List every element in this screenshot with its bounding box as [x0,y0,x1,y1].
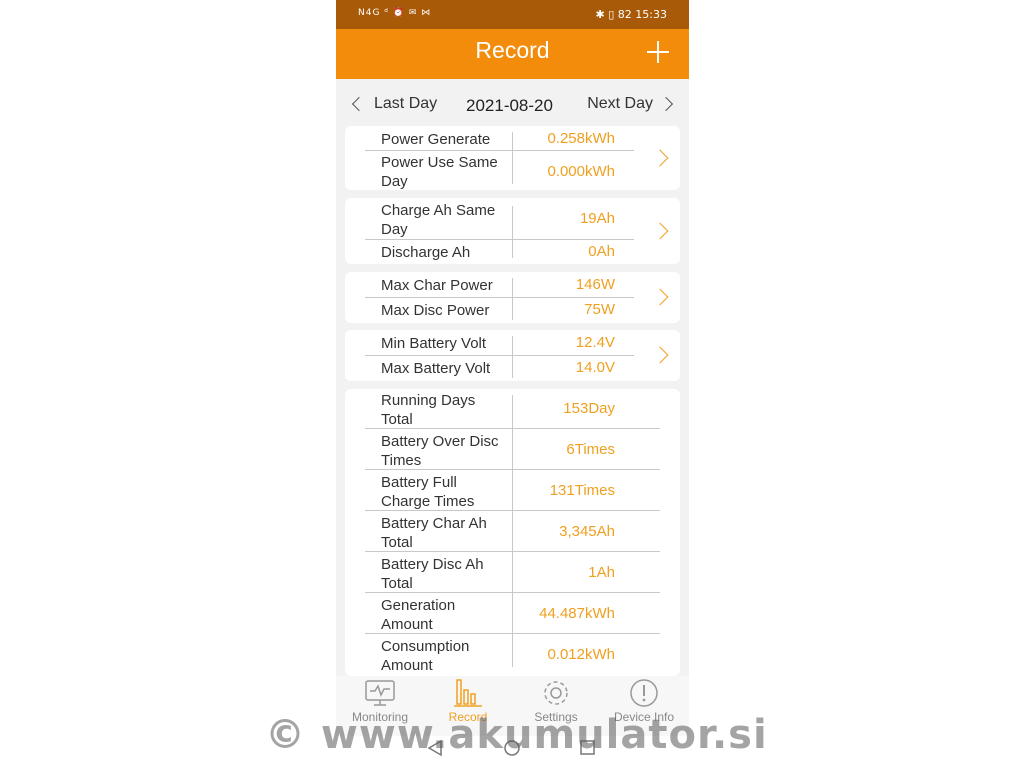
chevron-left-icon [351,96,367,112]
column-divider [512,206,513,258]
day-navigation: Last Day 2021-08-20 Next Day [336,82,689,126]
max-disc-power-value: 75W [584,301,615,318]
card-totals: Running Days Total 153Day Battery Over D… [345,389,680,676]
power-use-label: Power Use Same Day [381,154,498,190]
power-generate-value: 0.258kWh [547,130,615,147]
consumption-amount-label: Consumption Amount [381,638,470,674]
max-battery-volt-value: 14.0V [575,359,615,376]
generation-amount-value: 44.487kWh [539,605,615,622]
chevron-right-icon[interactable] [651,149,669,167]
row-divider [365,150,634,151]
battery-disc-ah-label: Battery Disc Ah Total [381,556,484,592]
next-day-label: Next Day [587,95,653,112]
status-icons-right: ✱ ▯ 82 15:33 [595,8,667,21]
bar-chart-icon [454,679,482,707]
battery-char-ah-value: 3,345Ah [559,523,615,540]
generation-amount-label: Generation Amount [381,597,456,633]
page-title: Record [475,37,550,63]
charge-ah-value: 19Ah [579,210,615,227]
status-icons-left: N4G ᵈ ⏰ ✉ ⋈ [358,8,432,18]
discharge-ah-label: Discharge Ah [381,244,471,261]
running-days-value: 153Day [563,400,615,417]
chevron-right-icon[interactable] [651,346,669,364]
last-day-label: Last Day [374,95,438,112]
battery-full-charge-label: Battery Full Charge Times [381,474,475,510]
next-day-button[interactable]: Next Day [587,95,674,113]
column-divider [512,336,513,378]
card-max-power[interactable]: Max Char Power 146W Max Disc Power 75W [345,272,680,323]
chevron-right-icon[interactable] [651,288,669,306]
column-divider [512,278,513,320]
phone-screen: N4G ᵈ ⏰ ✉ ⋈ ✱ ▯ 82 15:33 Record Last Day… [336,0,689,768]
max-char-power-label: Max Char Power [381,277,493,294]
column-divider [512,395,513,667]
min-battery-volt-label: Min Battery Volt [381,335,487,352]
info-icon [630,679,658,707]
consumption-amount-value: 0.012kWh [547,646,615,663]
row-divider [365,355,634,356]
battery-full-charge-value: 131Times [549,482,615,499]
card-charge[interactable]: Charge Ah Same Day 19Ah Discharge Ah 0Ah [345,198,680,264]
chevron-right-icon [658,96,674,112]
add-icon[interactable] [645,39,671,65]
running-days-label: Running Days Total [381,392,476,428]
max-battery-volt-label: Max Battery Volt [381,360,491,377]
battery-disc-ah-value: 1Ah [588,564,615,581]
last-day-button[interactable]: Last Day [351,95,438,113]
row-divider [365,297,634,298]
app-bar: Record [336,29,689,79]
chevron-right-icon[interactable] [651,222,669,240]
gear-icon [544,681,568,705]
battery-over-disc-value: 6Times [566,441,615,458]
watermark: © www.akumulator.si [265,712,768,758]
status-bar: N4G ᵈ ⏰ ✉ ⋈ ✱ ▯ 82 15:33 [336,0,689,29]
min-battery-volt-value: 12.4V [575,334,615,351]
charge-ah-label: Charge Ah Same Day [381,202,496,238]
battery-char-ah-label: Battery Char Ah Total [381,515,487,551]
card-battery-volt[interactable]: Min Battery Volt 12.4V Max Battery Volt … [345,330,680,381]
discharge-ah-value: 0Ah [588,243,615,260]
power-generate-label: Power Generate [381,131,491,148]
column-divider [512,132,513,184]
max-disc-power-label: Max Disc Power [381,302,490,319]
monitor-icon [365,680,395,706]
max-char-power-value: 146W [575,276,615,293]
card-power[interactable]: Power Generate 0.258kWh Power Use Same D… [345,126,680,190]
row-divider [365,239,634,240]
power-use-value: 0.000kWh [547,163,615,180]
current-date: 2021-08-20 [466,96,553,115]
battery-over-disc-label: Battery Over Disc Times [381,433,499,469]
